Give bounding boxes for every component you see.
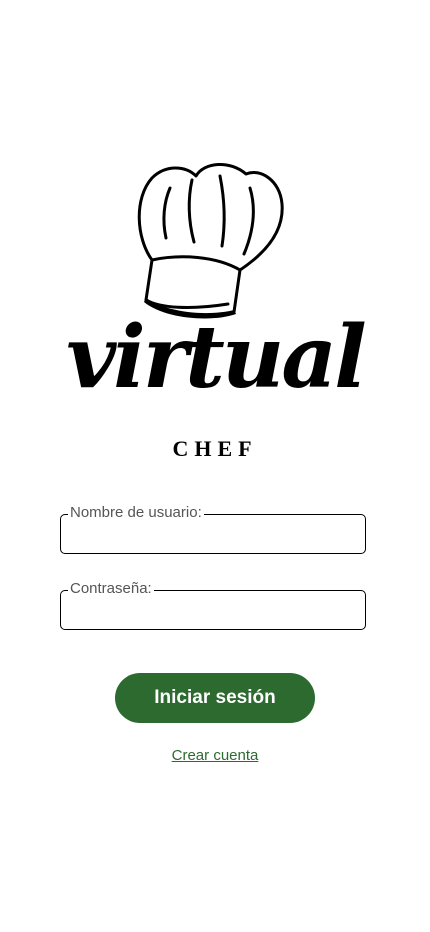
password-field: Contraseña: (60, 580, 366, 630)
brand-sub-text: CHEF (172, 436, 258, 461)
app-logo: virtual CHEF (0, 150, 430, 470)
brand-script-text: virtual (66, 307, 367, 408)
create-account-link[interactable]: Crear cuenta (0, 747, 430, 764)
password-label: Contraseña: (68, 580, 154, 598)
login-button[interactable]: Iniciar sesión (115, 673, 315, 723)
username-field: Nombre de usuario: (60, 504, 366, 554)
chef-hat-icon (137, 163, 284, 319)
username-label: Nombre de usuario: (68, 504, 204, 522)
